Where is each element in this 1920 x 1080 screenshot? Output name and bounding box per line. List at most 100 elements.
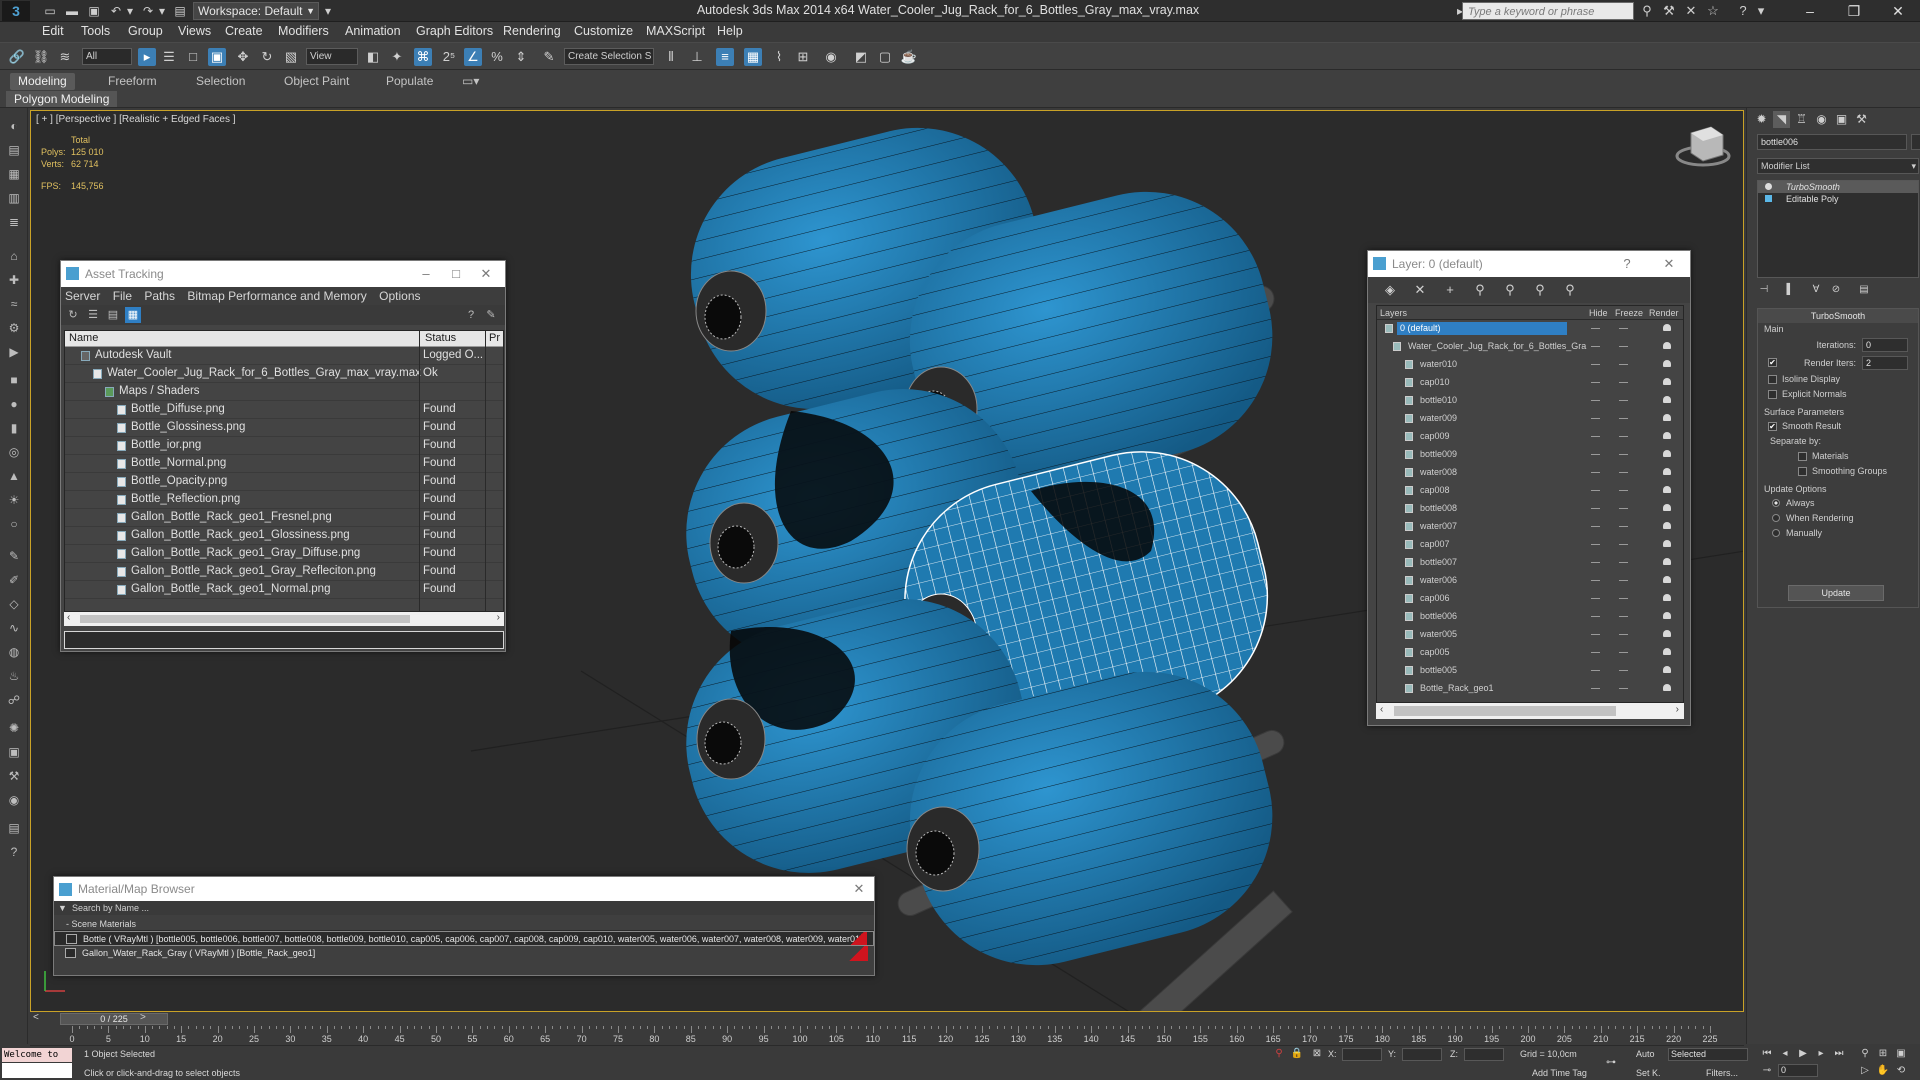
reference-coordinate-dropdown[interactable]: View xyxy=(306,48,358,65)
remove-modifier-icon[interactable]: ⊘ xyxy=(1829,284,1843,298)
horizontal-scrollbar[interactable]: ‹ › xyxy=(1376,703,1684,719)
utilities-tab-icon[interactable]: ⚒ xyxy=(1853,111,1870,128)
hide-toggle[interactable] xyxy=(1591,328,1600,329)
menu-bitmap-performance[interactable]: Bitmap Performance and Memory xyxy=(187,289,366,303)
next-frame-icon[interactable]: > xyxy=(140,1012,146,1023)
polygon-modeling-panel[interactable]: Polygon Modeling xyxy=(6,91,118,107)
goto-start-icon[interactable]: ⏮ xyxy=(1760,1047,1774,1061)
systems-icon[interactable]: ⚙ xyxy=(5,320,23,336)
asset-row[interactable]: Bottle_Reflection.png Found xyxy=(65,491,503,509)
current-frame-field[interactable]: 0 xyxy=(1778,1064,1818,1077)
hide-toggle[interactable] xyxy=(1591,454,1600,455)
render-teapot-icon[interactable] xyxy=(1663,504,1671,511)
smooth-result-checkbox[interactable]: ✔ xyxy=(1768,422,1777,431)
menu-maxscript[interactable]: MAXScript xyxy=(646,24,705,38)
freeze-toggle[interactable] xyxy=(1619,544,1628,545)
hide-toggle[interactable] xyxy=(1591,436,1600,437)
freeze-toggle[interactable] xyxy=(1619,526,1628,527)
render-teapot-icon[interactable] xyxy=(1663,540,1671,547)
scroll-right-icon[interactable]: › xyxy=(1676,704,1679,715)
refresh-icon[interactable]: ↻ xyxy=(65,307,81,323)
lock-icon[interactable]: ▣ xyxy=(5,744,23,760)
spacewarp-icon[interactable]: ≈ xyxy=(5,296,23,312)
layer-row[interactable]: water008 xyxy=(1377,464,1683,482)
selected-dropdown[interactable]: Selected xyxy=(1668,1048,1748,1061)
hide-toggle[interactable] xyxy=(1591,346,1600,347)
goto-end-icon[interactable]: ⏭ xyxy=(1832,1047,1846,1061)
delete-layer-icon[interactable]: ✕ xyxy=(1412,282,1428,298)
update-button[interactable]: Update xyxy=(1788,585,1884,601)
render-teapot-icon[interactable] xyxy=(1663,378,1671,385)
light-bulb-icon[interactable] xyxy=(1765,183,1772,190)
render-teapot-icon[interactable] xyxy=(1663,360,1671,367)
render-teapot-icon[interactable] xyxy=(1663,558,1671,565)
key-filters-button[interactable]: Filters... xyxy=(1706,1068,1738,1078)
menu-views[interactable]: Views xyxy=(178,24,211,38)
help-dropdown-icon[interactable]: ▾ xyxy=(1752,3,1770,19)
helper-icon[interactable]: ✚ xyxy=(5,272,23,288)
layer-row[interactable]: bottle005 xyxy=(1377,662,1683,680)
material-row[interactable]: Gallon_Water_Rack_Gray ( VRayMtl ) [Bott… xyxy=(54,946,874,961)
snaps-toggle-icon[interactable]: 2⁵ xyxy=(440,48,458,66)
layer-manager-icon[interactable]: ≡ xyxy=(716,48,734,66)
render-teapot-icon[interactable] xyxy=(1663,450,1671,457)
tab-freeform[interactable]: Freeform xyxy=(100,73,165,90)
render-teapot-icon[interactable] xyxy=(1663,342,1671,349)
bind-space-warp-icon[interactable]: ≋ xyxy=(56,48,74,66)
tools-icon[interactable]: ⚒ xyxy=(5,768,23,784)
material-editor-icon[interactable]: ◉ xyxy=(822,48,840,66)
scene-explorer-icon[interactable]: ▦ xyxy=(744,48,762,66)
layer-row[interactable]: water006 xyxy=(1377,572,1683,590)
close-button[interactable]: ✕ xyxy=(1654,251,1684,277)
tree-view-icon[interactable]: ▦ xyxy=(125,307,141,323)
column-proxy[interactable]: Pr xyxy=(489,332,500,344)
curve-editor-icon[interactable]: ⌇ xyxy=(770,48,788,66)
torus-icon[interactable]: ◎ xyxy=(5,444,23,460)
record-icon[interactable]: ◉ xyxy=(5,792,23,808)
close-button[interactable]: ✕ xyxy=(1876,0,1920,22)
hide-toggle[interactable] xyxy=(1591,400,1600,401)
window-crossing-icon[interactable]: ▣ xyxy=(208,48,226,66)
menu-edit[interactable]: Edit xyxy=(42,24,64,38)
graphite-icon[interactable]: ▤ xyxy=(5,142,23,158)
freeze-toggle[interactable] xyxy=(1619,634,1628,635)
chevron-down-icon[interactable]: ▾ xyxy=(320,3,336,19)
select-move-icon[interactable]: ✥ xyxy=(234,48,252,66)
set-key-button[interactable]: Set K. xyxy=(1636,1068,1661,1078)
asset-row[interactable]: Gallon_Bottle_Rack_geo1_Normal.png Found xyxy=(65,581,503,599)
layer-row[interactable]: bottle010 xyxy=(1377,392,1683,410)
tab-selection[interactable]: Selection xyxy=(188,73,253,90)
unlink-icon[interactable]: ⛓ xyxy=(32,48,50,66)
play-icon[interactable]: ▶ xyxy=(1796,1047,1810,1061)
material-browser-titlebar[interactable]: Material/Map Browser ✕ xyxy=(54,877,874,901)
asset-path-field[interactable] xyxy=(64,631,504,649)
hide-toggle[interactable] xyxy=(1591,562,1600,563)
asset-row[interactable]: Water_Cooler_Jug_Rack_for_6_Bottles_Gray… xyxy=(65,365,503,383)
layers-icon[interactable]: ▥ xyxy=(5,190,23,206)
render-teapot-icon[interactable] xyxy=(1663,576,1671,583)
menu-server[interactable]: Server xyxy=(65,289,100,303)
freeze-toggle[interactable] xyxy=(1619,598,1628,599)
freeze-all-icon[interactable]: ⚲ xyxy=(1562,282,1578,298)
undo-dropdown-icon[interactable]: ▾ xyxy=(122,3,138,19)
hide-toggle[interactable] xyxy=(1591,418,1600,419)
asset-row[interactable]: Bottle_ior.png Found xyxy=(65,437,503,455)
edit-named-selection-icon[interactable]: ✎ xyxy=(540,48,558,66)
layer-row[interactable]: bottle008 xyxy=(1377,500,1683,518)
column-freeze[interactable]: Freeze xyxy=(1615,308,1643,318)
new-file-icon[interactable]: ▭ xyxy=(42,3,58,19)
globe-icon[interactable]: ◍ xyxy=(5,644,23,660)
options-arrow-icon[interactable]: ▼ xyxy=(58,901,67,915)
previous-frame-icon[interactable]: ◂ xyxy=(1778,1047,1792,1061)
show-end-result-icon[interactable]: ▌ xyxy=(1783,284,1797,298)
minimize-button[interactable]: – xyxy=(411,261,441,287)
render-teapot-icon[interactable] xyxy=(1663,396,1671,403)
menu-graph-editors[interactable]: Graph Editors xyxy=(416,24,493,38)
render-teapot-icon[interactable] xyxy=(1663,522,1671,529)
subscription-icon[interactable]: ⚒ xyxy=(1660,3,1678,19)
scroll-left-icon[interactable]: ‹ xyxy=(67,612,70,623)
render-iters-checkbox[interactable]: ✔ xyxy=(1768,358,1777,367)
scene-states-icon[interactable]: ≣ xyxy=(5,214,23,230)
maximize-button[interactable]: □ xyxy=(441,261,471,287)
add-to-layer-icon[interactable]: + xyxy=(1442,282,1458,298)
